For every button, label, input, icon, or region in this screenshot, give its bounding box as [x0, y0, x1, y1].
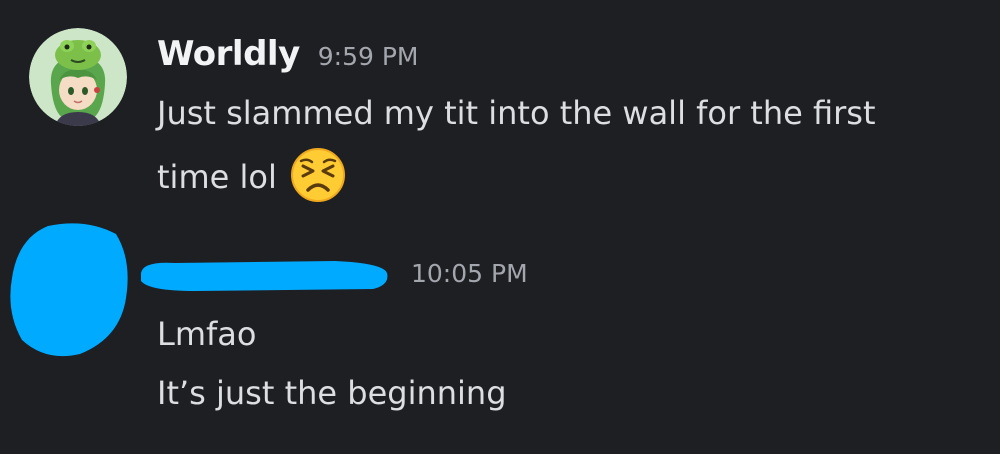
username[interactable]: Worldly [157, 34, 300, 74]
avatar-worldly[interactable] [29, 28, 127, 126]
timestamp: 10:05 PM [411, 258, 528, 288]
message-header: Worldly 9:59 PM [157, 34, 418, 74]
message-group-redacted-user: 10:05 PM Lmfao It’s just the beginning [0, 215, 1000, 454]
persevering-face-emoji-icon [289, 146, 347, 204]
message-text-line: Lmfao [157, 315, 257, 353]
message-group-worldly: Worldly 9:59 PM Just slammed my tit into … [0, 0, 1000, 215]
redacted-username-scribble[interactable] [135, 255, 393, 295]
message-text: time lol [157, 158, 277, 196]
message-text-line-with-emoji: time lol [157, 148, 347, 208]
timestamp: 9:59 PM [317, 42, 419, 71]
message-text-line: It’s just the beginning [157, 374, 507, 412]
message-header: 10:05 PM [135, 257, 528, 297]
message-text-line: Just slammed my tit into the wall for th… [157, 94, 876, 132]
redacted-avatar-scribble[interactable] [8, 220, 130, 358]
